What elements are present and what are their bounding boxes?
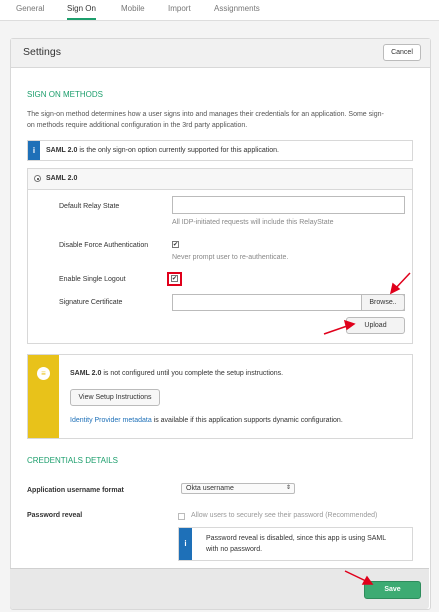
annotation-arrows xyxy=(323,272,411,585)
upload-arrow-head xyxy=(343,319,356,331)
save-arrow-head xyxy=(361,575,374,585)
